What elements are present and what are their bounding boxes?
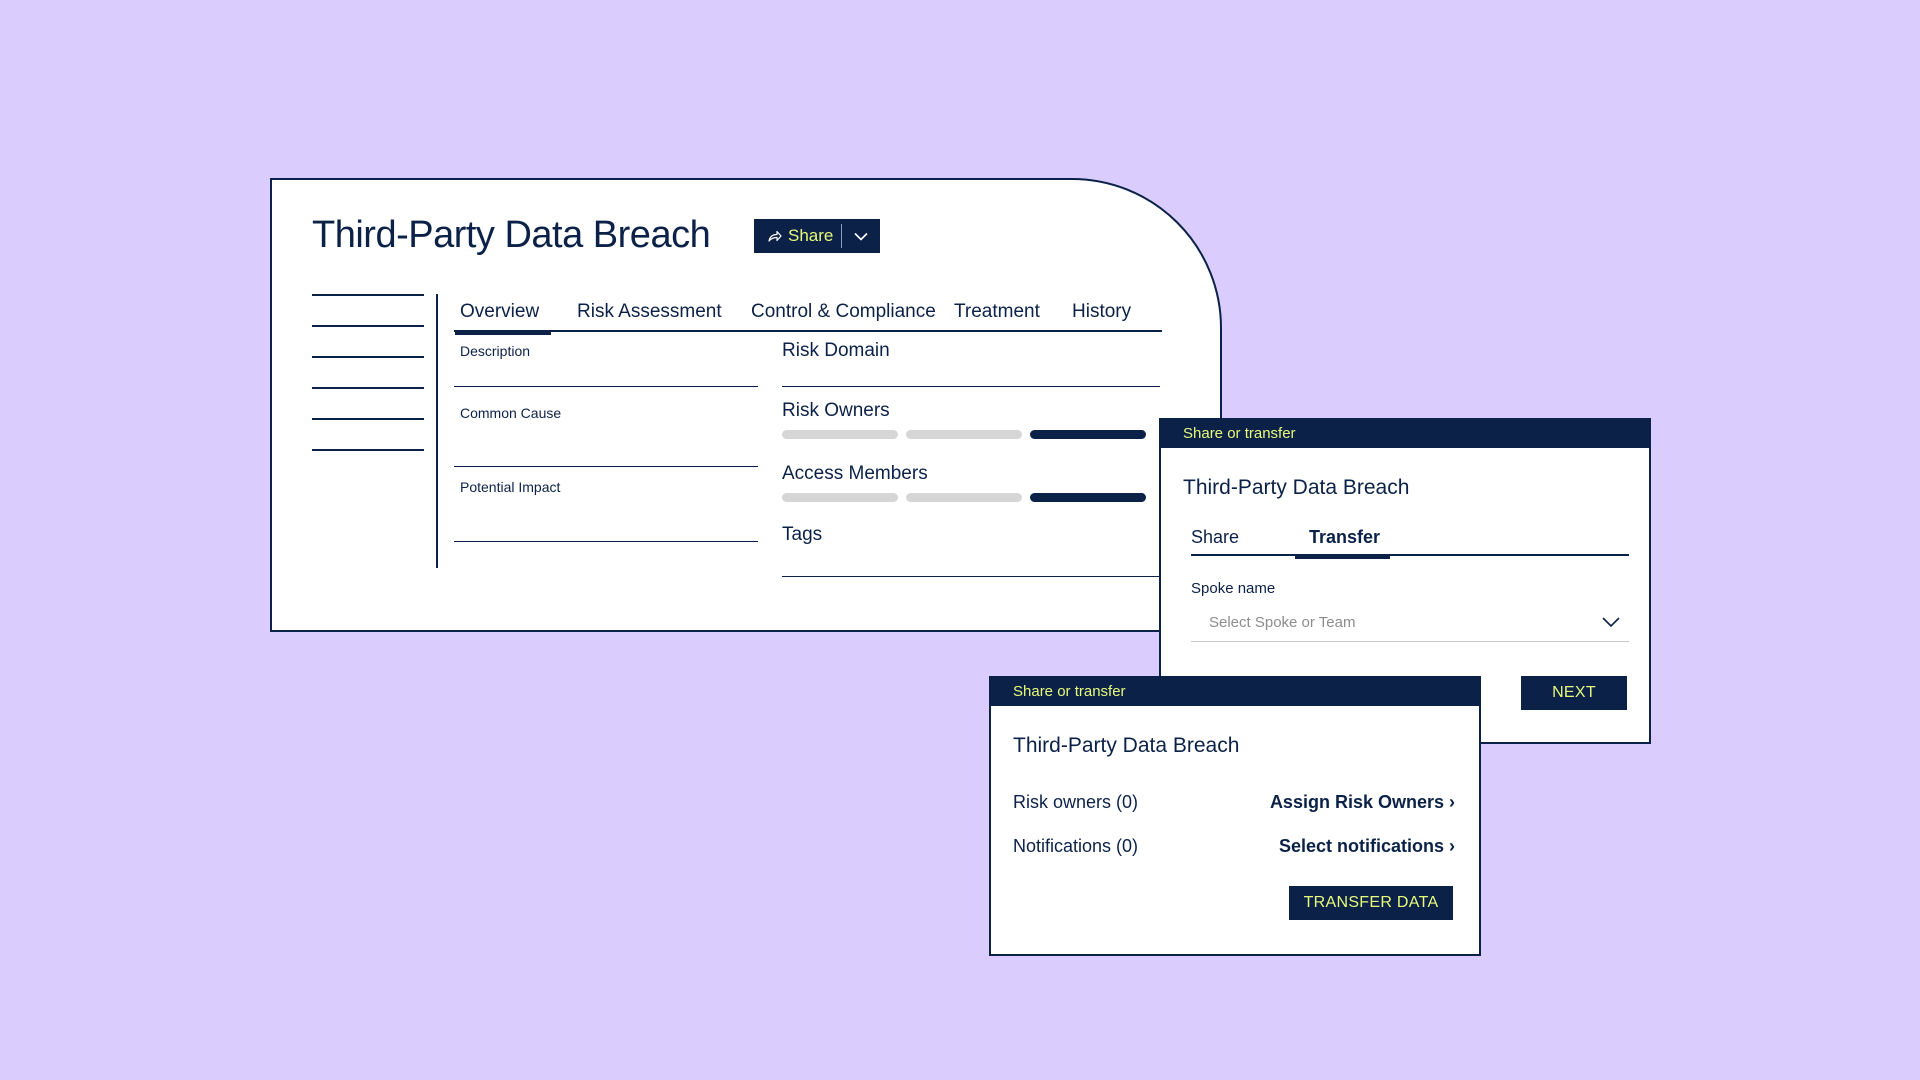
description-field[interactable]	[454, 386, 758, 387]
field-label-common-cause: Common Cause	[460, 405, 562, 421]
tags-field[interactable]	[782, 576, 1160, 577]
page-title: Third-Party Data Breach	[312, 214, 711, 256]
spoke-name-label: Spoke name	[1191, 580, 1276, 597]
field-label-risk-domain: Risk Domain	[782, 340, 890, 361]
dialog-header: Share or transfer	[991, 678, 1479, 706]
dialog-header: Share or transfer	[1161, 420, 1649, 448]
transfer-data-button[interactable]: TRANSFER DATA	[1289, 886, 1453, 920]
access-member-chip	[906, 493, 1022, 502]
field-label-potential-impact: Potential Impact	[460, 479, 561, 495]
next-button[interactable]: NEXT	[1521, 676, 1627, 710]
tab-treatment[interactable]: Treatment	[954, 294, 1040, 332]
share-button[interactable]: Share	[754, 219, 841, 253]
field-label-description: Description	[460, 343, 531, 359]
side-nav-item[interactable]	[312, 449, 424, 451]
tab-bar: Overview Risk Assessment Control & Compl…	[454, 294, 1162, 335]
tab-transfer[interactable]: Transfer	[1294, 520, 1391, 559]
spoke-select-placeholder: Select Spoke or Team	[1209, 614, 1356, 631]
risk-owner-chip	[906, 430, 1022, 439]
side-nav-item[interactable]	[312, 418, 424, 420]
field-label-access-members: Access Members	[782, 463, 928, 484]
tab-control-compliance[interactable]: Control & Compliance	[751, 294, 936, 332]
dialog-title: Third-Party Data Breach	[1013, 734, 1240, 757]
side-nav-item[interactable]	[312, 325, 424, 327]
access-member-chip	[782, 493, 898, 502]
assign-risk-owners-link[interactable]: Assign Risk Owners ›	[1270, 792, 1455, 813]
access-member-chip	[1030, 493, 1146, 502]
side-nav-item[interactable]	[312, 356, 424, 358]
share-transfer-tabs: Share Transfer	[1191, 520, 1629, 559]
potential-impact-field[interactable]	[454, 541, 758, 542]
tab-share[interactable]: Share	[1191, 520, 1239, 556]
tab-risk-assessment[interactable]: Risk Assessment	[577, 294, 722, 332]
select-notifications-link[interactable]: Select notifications ›	[1279, 836, 1455, 857]
side-nav-item[interactable]	[312, 294, 424, 296]
risk-owner-chip	[1030, 430, 1146, 439]
side-nav-item[interactable]	[312, 387, 424, 389]
risk-owner-chip	[782, 430, 898, 439]
risk-domain-field[interactable]	[782, 386, 1160, 387]
notifications-count: Notifications (0)	[1013, 836, 1139, 856]
share-split-button: Share	[754, 219, 880, 253]
dialog-title: Third-Party Data Breach	[1183, 476, 1410, 499]
field-label-tags: Tags	[782, 524, 823, 545]
tab-history[interactable]: History	[1072, 294, 1131, 332]
transfer-data-dialog: Share or transfer Third-Party Data Breac…	[989, 676, 1481, 956]
tab-overview[interactable]: Overview	[454, 294, 552, 335]
risk-owners-count: Risk owners (0)	[1013, 792, 1139, 812]
common-cause-field[interactable]	[454, 466, 758, 467]
spoke-select[interactable]: Select Spoke or Team	[1191, 608, 1629, 642]
risk-detail-card: Third-Party Data Breach Share Overview R…	[270, 178, 1222, 632]
share-button-label: Share	[788, 226, 834, 245]
field-label-risk-owners: Risk Owners	[782, 400, 890, 421]
share-icon	[768, 230, 782, 242]
chevron-down-icon	[1602, 617, 1620, 628]
side-nav	[312, 294, 438, 568]
chevron-down-icon	[854, 232, 868, 241]
share-options-button[interactable]	[842, 219, 880, 253]
